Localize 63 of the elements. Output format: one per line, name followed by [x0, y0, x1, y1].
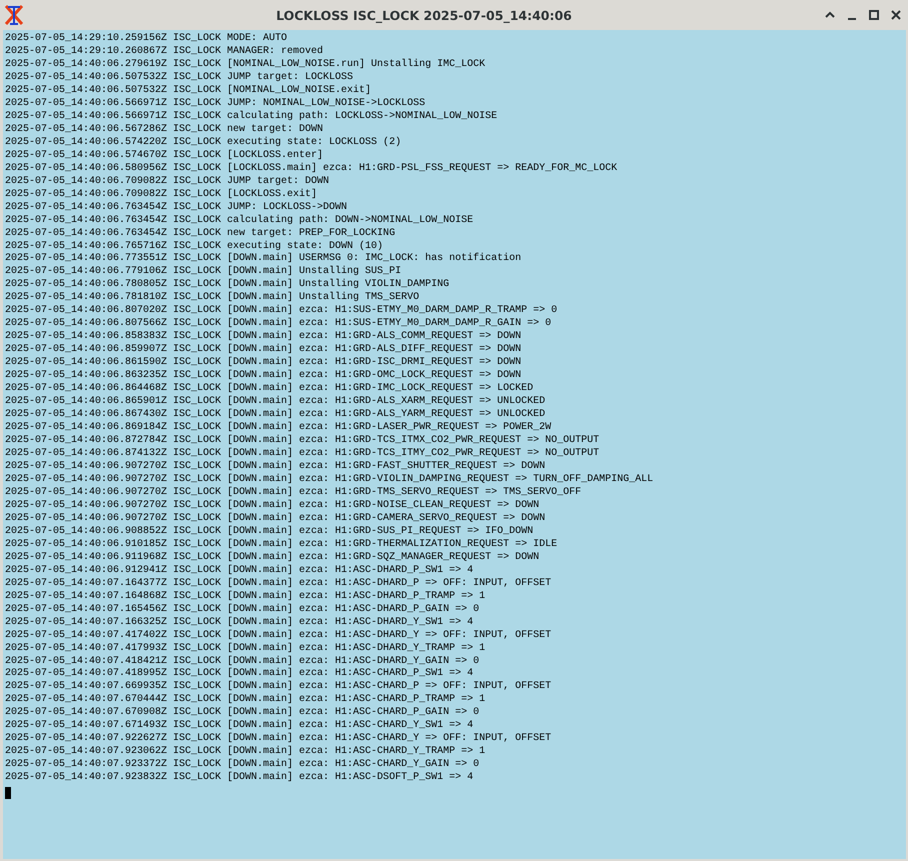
log-line: 2025-07-05_14:40:06.773551Z ISC_LOCK [DOWN.main] USERMSG 0: IMC_LOCK: has notification	[5, 253, 522, 266]
log-line: 2025-07-05_14:40:06.867430Z ISC_LOCK [DOWN.main] ezca: H1:GRD-ALS_YARM_REQUEST => UNLOCKED	[5, 409, 546, 422]
log-line: 2025-07-05_14:40:07.671493Z ISC_LOCK [DOWN.main] ezca: H1:ASC-CHARD_Y_SW1 => 4	[5, 720, 474, 732]
x-logo-icon	[4, 4, 24, 26]
log-line: 2025-07-05_14:40:06.861590Z ISC_LOCK [DOWN.main] ezca: H1:GRD-ISC_DRMI_REQUEST => DOWN	[5, 357, 522, 370]
log-line: 2025-07-05_14:40:06.872784Z ISC_LOCK [DOWN.main] ezca: H1:GRD-TCS_ITMX_CO2_PWR_REQUEST => NO_OUTPUT	[5, 435, 600, 448]
log-line: 2025-07-05_14:40:06.574220Z ISC_LOCK executing state: LOCKLOSS (2)	[5, 136, 402, 150]
log-line: 2025-07-05_14:29:10.259156Z ISC_LOCK MODE: AUTO	[5, 33, 288, 46]
maximize-icon[interactable]	[868, 9, 880, 21]
log-line: 2025-07-05_14:40:07.417402Z ISC_LOCK [DOWN.main] ezca: H1:ASC-DHARD_Y => OFF: INPUT, OFFSET	[5, 630, 552, 642]
log-line: 2025-07-05_14:40:06.765716Z ISC_LOCK executing state: DOWN (10)	[5, 240, 384, 252]
log-line: 2025-07-05_14:40:07.165456Z ISC_LOCK [DOWN.main] ezca: H1:ASC-DHARD_P_GAIN => 0	[5, 604, 480, 616]
log-line: 2025-07-05_14:40:06.507532Z ISC_LOCK JUMP target: LOCKLOSS	[5, 72, 354, 84]
log-line: 2025-07-05_14:40:06.907270Z ISC_LOCK [DOWN.main] ezca: H1:GRD-TMS_SERVO_REQUEST => TMS_SERVO_OFF	[5, 486, 582, 500]
log-line: 2025-07-05_14:40:06.807566Z ISC_LOCK [DOWN.main] ezca: H1:SUS-ETMY_M0_DARM_DAMP_R_GAIN => 0	[5, 318, 552, 330]
log-line: 2025-07-05_14:40:06.865901Z ISC_LOCK [DOWN.main] ezca: H1:GRD-ALS_XARM_REQUEST => UNLOCKED	[5, 396, 546, 408]
log-line: 2025-07-05_14:40:06.907270Z ISC_LOCK [DOWN.main] ezca: H1:GRD-NOISE_CLEAN_REQUEST => DOWN	[5, 500, 540, 512]
log-line: 2025-07-05_14:40:07.417993Z ISC_LOCK [DOWN.main] ezca: H1:ASC-DHARD_Y_TRAMP => 1	[5, 642, 486, 656]
log-line: 2025-07-05_14:40:06.763454Z ISC_LOCK calculating path: DOWN->NOMINAL_LOW_NOISE	[5, 214, 474, 228]
log-line: 2025-07-05_14:40:07.670444Z ISC_LOCK [DOWN.main] ezca: H1:ASC-CHARD_P_TRAMP => 1	[5, 694, 486, 706]
log-line: 2025-07-05_14:40:07.669935Z ISC_LOCK [DOWN.main] ezca: H1:ASC-CHARD_P => OFF: INPUT, OFFSET	[5, 681, 552, 694]
log-line: 2025-07-05_14:40:07.164868Z ISC_LOCK [DOWN.main] ezca: H1:ASC-DHARD_P_TRAMP => 1	[5, 590, 486, 604]
log-line: 2025-07-05_14:40:07.166325Z ISC_LOCK [DOWN.main] ezca: H1:ASC-DHARD_Y_SW1 => 4	[5, 616, 474, 630]
log-line: 2025-07-05_14:40:06.763454Z ISC_LOCK new target: PREP_FOR_LOCKING	[5, 228, 396, 240]
log-line: 2025-07-05_14:40:06.864468Z ISC_LOCK [DOWN.main] ezca: H1:GRD-IMC_LOCK_REQUEST => LOCKED	[5, 383, 534, 396]
log-line: 2025-07-05_14:40:06.858383Z ISC_LOCK [DOWN.main] ezca: H1:GRD-ALS_COMM_REQUEST => DOWN	[5, 331, 522, 344]
log-line: 2025-07-05_14:40:06.912941Z ISC_LOCK [DOWN.main] ezca: H1:ASC-DHARD_P_SW1 => 4	[5, 564, 474, 578]
log-line: 2025-07-05_14:40:06.574670Z ISC_LOCK [LOCKLOSS.enter]	[5, 150, 324, 162]
log-line: 2025-07-05_14:40:06.567286Z ISC_LOCK new target: DOWN	[5, 124, 324, 136]
window-title: LOCKLOSS ISC_LOCK 2025-07-05_14:40:06	[275, 8, 573, 22]
log-line: 2025-07-05_14:40:06.907270Z ISC_LOCK [DOWN.main] ezca: H1:GRD-CAMERA_SERVO_REQUEST => DOWN	[5, 512, 546, 526]
log-line: 2025-07-05_14:40:07.923062Z ISC_LOCK [DOWN.main] ezca: H1:ASC-CHARD_Y_TRAMP => 1	[5, 746, 486, 758]
log-line: 2025-07-05_14:40:06.709082Z ISC_LOCK JUMP target: DOWN	[5, 176, 330, 188]
log-line: 2025-07-05_14:29:10.260867Z ISC_LOCK MANAGER: removed	[5, 46, 324, 58]
log-line: 2025-07-05_14:40:06.869184Z ISC_LOCK [DOWN.main] ezca: H1:GRD-LASER_PWR_REQUEST => POWER_2W	[5, 422, 552, 434]
log-line: 2025-07-05_14:40:06.279619Z ISC_LOCK [NOMINAL_LOW_NOISE.run] Unstalling IMC_LOCK	[5, 58, 486, 72]
log-line: 2025-07-05_14:40:06.907270Z ISC_LOCK [DOWN.main] ezca: H1:GRD-FAST_SHUTTER_REQUEST => DOWN	[5, 460, 546, 474]
log-line: 2025-07-05_14:40:06.781810Z ISC_LOCK [DOWN.main] Unstalling TMS_SERVO	[5, 292, 420, 304]
log-line: 2025-07-05_14:40:06.859907Z ISC_LOCK [DOWN.main] ezca: H1:GRD-ALS_DIFF_REQUEST => DOWN	[5, 344, 522, 356]
log-line: 2025-07-05_14:40:06.807020Z ISC_LOCK [DOWN.main] ezca: H1:SUS-ETMY_M0_DARM_DAMP_R_TRAMP => 0	[5, 305, 558, 318]
log-line: 2025-07-05_14:40:06.566971Z ISC_LOCK JUMP: NOMINAL_LOW_NOISE->LOCKLOSS	[5, 98, 426, 110]
log-line: 2025-07-05_14:40:06.763454Z ISC_LOCK JUMP: LOCKLOSS->DOWN	[5, 202, 348, 214]
log-line: 2025-07-05_14:40:06.566971Z ISC_LOCK calculating path: LOCKLOSS->NOMINAL_LOW_NOISE	[5, 110, 498, 124]
log-line: 2025-07-05_14:40:06.580956Z ISC_LOCK [LOCKLOSS.main] ezca: H1:GRD-PSL_FSS_REQUEST => READY_FOR_MC_LOCK	[5, 162, 618, 176]
log-line: 2025-07-05_14:40:07.418421Z ISC_LOCK [DOWN.main] ezca: H1:ASC-DHARD_Y_GAIN => 0	[5, 656, 480, 668]
log-line: 2025-07-05_14:40:06.863235Z ISC_LOCK [DOWN.main] ezca: H1:GRD-OMC_LOCK_REQUEST => DOWN	[5, 370, 522, 382]
log-line: 2025-07-05_14:40:06.874132Z ISC_LOCK [DOWN.main] ezca: H1:GRD-TCS_ITMY_CO2_PWR_REQUEST => NO_OUTPUT	[5, 448, 600, 460]
log-line: 2025-07-05_14:40:06.780805Z ISC_LOCK [DOWN.main] Unstalling VIOLIN_DAMPING	[5, 279, 450, 292]
log-line: 2025-07-05_14:40:07.923832Z ISC_LOCK [DOWN.main] ezca: H1:ASC-DSOFT_P_SW1 => 4	[5, 772, 474, 786]
log-line: 2025-07-05_14:40:07.922627Z ISC_LOCK [DOWN.main] ezca: H1:ASC-CHARD_Y => OFF: INPUT, OFFSET	[5, 733, 552, 746]
log-line: 2025-07-05_14:40:06.910185Z ISC_LOCK [DOWN.main] ezca: H1:GRD-THERMALIZATION_REQUEST => IDLE	[5, 538, 558, 552]
log-line: 2025-07-05_14:40:06.908852Z ISC_LOCK [DOWN.main] ezca: H1:GRD-SUS_PI_REQUEST => IFO_DOWN	[5, 526, 534, 538]
log-line: 2025-07-05_14:40:07.923372Z ISC_LOCK [DOWN.main] ezca: H1:ASC-CHARD_Y_GAIN => 0	[5, 759, 480, 772]
log-line: 2025-07-05_14:40:06.779106Z ISC_LOCK [DOWN.main] Unstalling SUS_PI	[5, 266, 402, 278]
log-line: 2025-07-05_14:40:07.670908Z ISC_LOCK [DOWN.main] ezca: H1:ASC-CHARD_P_GAIN => 0	[5, 707, 480, 720]
text-cursor	[5, 787, 11, 800]
log-line: 2025-07-05_14:40:07.418995Z ISC_LOCK [DOWN.main] ezca: H1:ASC-CHARD_P_SW1 => 4	[5, 668, 474, 680]
log-line: 2025-07-05_14:40:06.907270Z ISC_LOCK [DOWN.main] ezca: H1:GRD-VIOLIN_DAMPING_REQUEST => TURN_OFF_DAMPING_ALL	[5, 474, 654, 486]
log-line: 2025-07-05_14:40:07.164377Z ISC_LOCK [DOWN.main] ezca: H1:ASC-DHARD_P => OFF: INPUT, OFFSET	[5, 578, 552, 590]
log-line: 2025-07-05_14:40:06.507532Z ISC_LOCK [NOMINAL_LOW_NOISE.exit]	[5, 84, 372, 98]
close-icon[interactable]	[890, 9, 902, 21]
log-line: 2025-07-05_14:40:06.911968Z ISC_LOCK [DOWN.main] ezca: H1:GRD-SQZ_MANAGER_REQUEST => DOWN	[5, 552, 540, 564]
log-line: 2025-07-05_14:40:06.709082Z ISC_LOCK [LOCKLOSS.exit]	[5, 188, 318, 202]
